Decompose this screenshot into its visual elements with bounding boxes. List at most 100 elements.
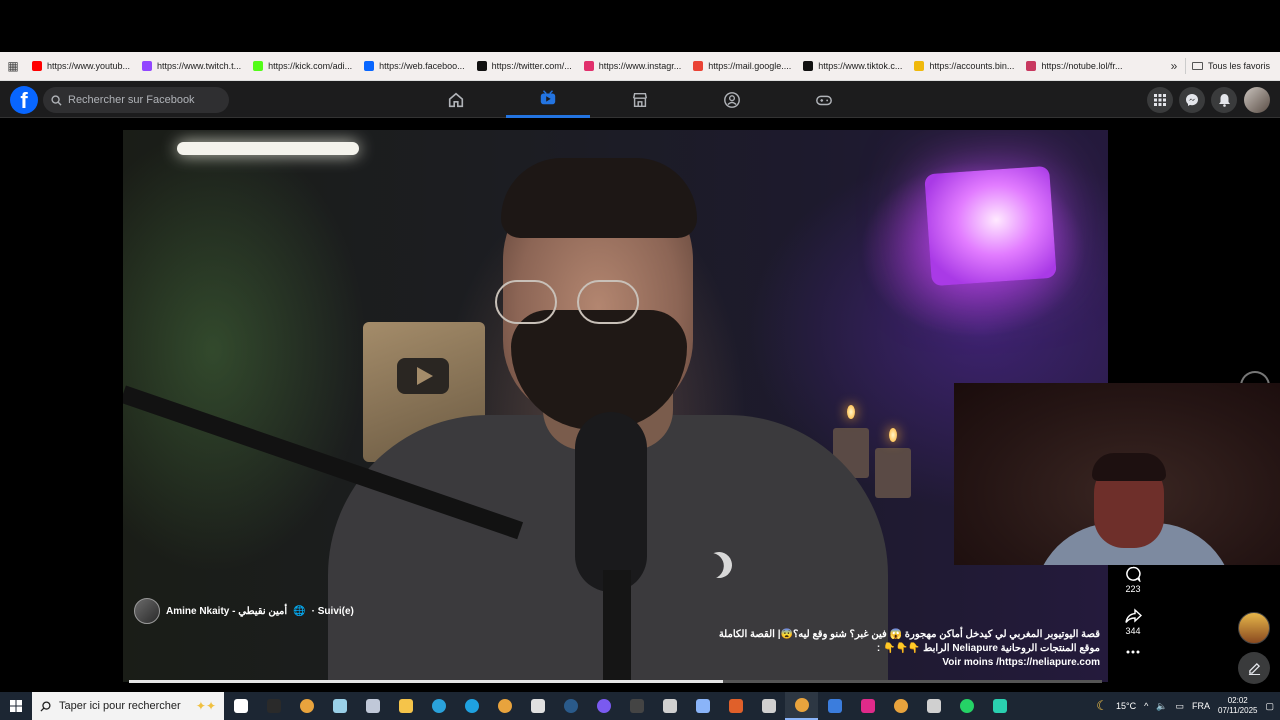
candle-flame — [889, 428, 897, 442]
taskbar-app-button[interactable] — [422, 692, 455, 720]
share-button[interactable]: 344 — [1116, 608, 1150, 636]
taskbar-app-button[interactable] — [653, 692, 686, 720]
taskbar-app-button[interactable] — [455, 692, 488, 720]
bell-icon — [1218, 94, 1230, 107]
channel-avatar[interactable] — [1238, 612, 1270, 644]
apps-grid-icon[interactable]: ▦ — [0, 52, 26, 81]
system-tray: ☾ 15°C ^ 🔈 ▭ FRA 02:02 07/11/2025 ▢ — [1096, 696, 1280, 716]
share-icon — [1124, 608, 1142, 623]
taskbar-app-button[interactable] — [257, 692, 290, 720]
tab-home[interactable] — [414, 81, 498, 118]
taskbar-app-button[interactable] — [686, 692, 719, 720]
taskbar-app-button[interactable] — [323, 692, 356, 720]
messenger-icon — [1186, 94, 1198, 106]
app-icon — [662, 699, 677, 713]
share-count: 344 — [1125, 626, 1141, 636]
more-bookmarks-icon[interactable]: » — [1163, 59, 1185, 73]
taskbar-app-button[interactable] — [488, 692, 521, 720]
comment-button[interactable]: 223 — [1116, 566, 1150, 594]
tab-video[interactable] — [506, 81, 590, 118]
taskbar-app-button[interactable] — [851, 692, 884, 720]
taskbar-app-button[interactable] — [917, 692, 950, 720]
bookmark-item[interactable]: https://kick.com/adi... — [247, 55, 358, 77]
app-icon — [827, 699, 842, 713]
bookmark-item[interactable]: https://www.tiktok.c... — [797, 55, 908, 77]
author-name[interactable]: Amine Nkaity - أمين نقيطي — [166, 606, 287, 617]
bookmark-item[interactable]: https://web.faceboo... — [358, 55, 471, 77]
taskbar-app-button[interactable] — [884, 692, 917, 720]
taskbar-app-button[interactable] — [224, 692, 257, 720]
video-actions: 223 344 — [1116, 566, 1150, 668]
volume-icon[interactable]: 🔈 — [1156, 701, 1167, 712]
profile-avatar[interactable] — [1244, 87, 1270, 113]
start-button[interactable] — [0, 692, 32, 720]
video-stage: Amine Nkaity - أمين نقيطي 🌐 · Suivi(e) ق… — [0, 118, 1280, 692]
compose-button[interactable] — [1238, 652, 1270, 684]
all-favorites-button[interactable]: Tous les favoris — [1184, 58, 1280, 74]
facebook-logo-icon[interactable]: f — [10, 86, 38, 114]
comment-icon — [1126, 566, 1141, 582]
taskbar-app-button[interactable] — [719, 692, 752, 720]
taskbar-app-button[interactable] — [554, 692, 587, 720]
caption-line-3[interactable]: Voir moins /https://neliapure.com — [640, 656, 1100, 670]
bookmark-item[interactable]: https://www.instagr... — [578, 55, 688, 77]
weather-temp[interactable]: 15°C — [1116, 701, 1136, 711]
language-indicator[interactable]: FRA — [1192, 701, 1210, 711]
clock-time: 02:02 — [1227, 696, 1248, 705]
tab-marketplace[interactable] — [598, 81, 682, 118]
taskbar-app-button[interactable] — [389, 692, 422, 720]
app-icon — [728, 699, 743, 713]
home-icon — [448, 92, 464, 107]
bookmark-item[interactable]: https://accounts.bin... — [908, 55, 1020, 77]
favicon-icon — [914, 61, 925, 71]
tab-gaming[interactable] — [782, 81, 866, 118]
clock[interactable]: 02:02 07/11/2025 — [1218, 696, 1257, 716]
video-author[interactable]: Amine Nkaity - أمين نقيطي 🌐 · Suivi(e) — [134, 598, 354, 624]
taskbar-app-button[interactable] — [356, 692, 389, 720]
taskbar-search-input[interactable]: Taper ici pour rechercher ✦✦ — [32, 692, 224, 720]
bookmark-item[interactable]: https://www.youtub... — [26, 55, 136, 77]
taskbar-app-button[interactable] — [587, 692, 620, 720]
menu-button[interactable] — [1147, 87, 1173, 113]
bookmark-label: https://accounts.bin... — [929, 61, 1015, 71]
bookmark-item[interactable]: https://www.twitch.t... — [136, 55, 247, 77]
facebook-search-input[interactable]: Rechercher sur Facebook — [43, 87, 229, 113]
windows-icon — [10, 700, 22, 712]
more-options-button[interactable] — [1116, 650, 1150, 654]
taskbar-app-button[interactable] — [950, 692, 983, 720]
webcam-overlay — [954, 383, 1280, 565]
comment-count: 223 — [1125, 584, 1141, 594]
bookmark-item[interactable]: https://twitter.com/... — [471, 55, 578, 77]
app-icon — [332, 699, 347, 713]
taskbar-app-button[interactable] — [620, 692, 653, 720]
taskbar-app-button[interactable] — [983, 692, 1016, 720]
messenger-button[interactable] — [1179, 87, 1205, 113]
bookmark-item[interactable]: https://mail.google.... — [687, 55, 797, 77]
taskbar-app-button[interactable] — [521, 692, 554, 720]
person-hair — [501, 158, 697, 238]
author-avatar[interactable] — [134, 598, 160, 624]
task-view-icon — [233, 699, 248, 713]
steam-icon — [563, 699, 578, 713]
taskbar-app-button[interactable] — [818, 692, 851, 720]
taskbar-search-placeholder: Taper ici pour rechercher — [59, 700, 181, 712]
sparkle-icon: ✦✦ — [195, 699, 216, 713]
telegram-icon — [431, 699, 446, 713]
calculator-icon — [695, 699, 710, 713]
notification-center-icon[interactable]: ▢ — [1265, 701, 1274, 712]
groups-icon — [724, 91, 740, 108]
video-progress-bar[interactable] — [129, 680, 1102, 683]
notifications-button[interactable] — [1211, 87, 1237, 113]
network-icon[interactable]: ▭ — [1176, 701, 1185, 712]
app-icon — [992, 699, 1007, 713]
windows-taskbar: Taper ici pour rechercher ✦✦ ☾ 15°C ^ 🔈 … — [0, 692, 1280, 720]
tab-groups[interactable] — [690, 81, 774, 118]
bookmark-item[interactable]: https://notube.lol/fr... — [1020, 55, 1128, 77]
taskbar-app-button[interactable] — [785, 692, 818, 720]
taskbar-app-button[interactable] — [752, 692, 785, 720]
weather-moon-icon[interactable]: ☾ — [1096, 698, 1108, 714]
tray-chevron-icon[interactable]: ^ — [1144, 701, 1148, 711]
follow-status[interactable]: · Suivi(e) — [312, 606, 354, 617]
taskbar-app-button[interactable] — [290, 692, 323, 720]
candle — [875, 448, 911, 498]
